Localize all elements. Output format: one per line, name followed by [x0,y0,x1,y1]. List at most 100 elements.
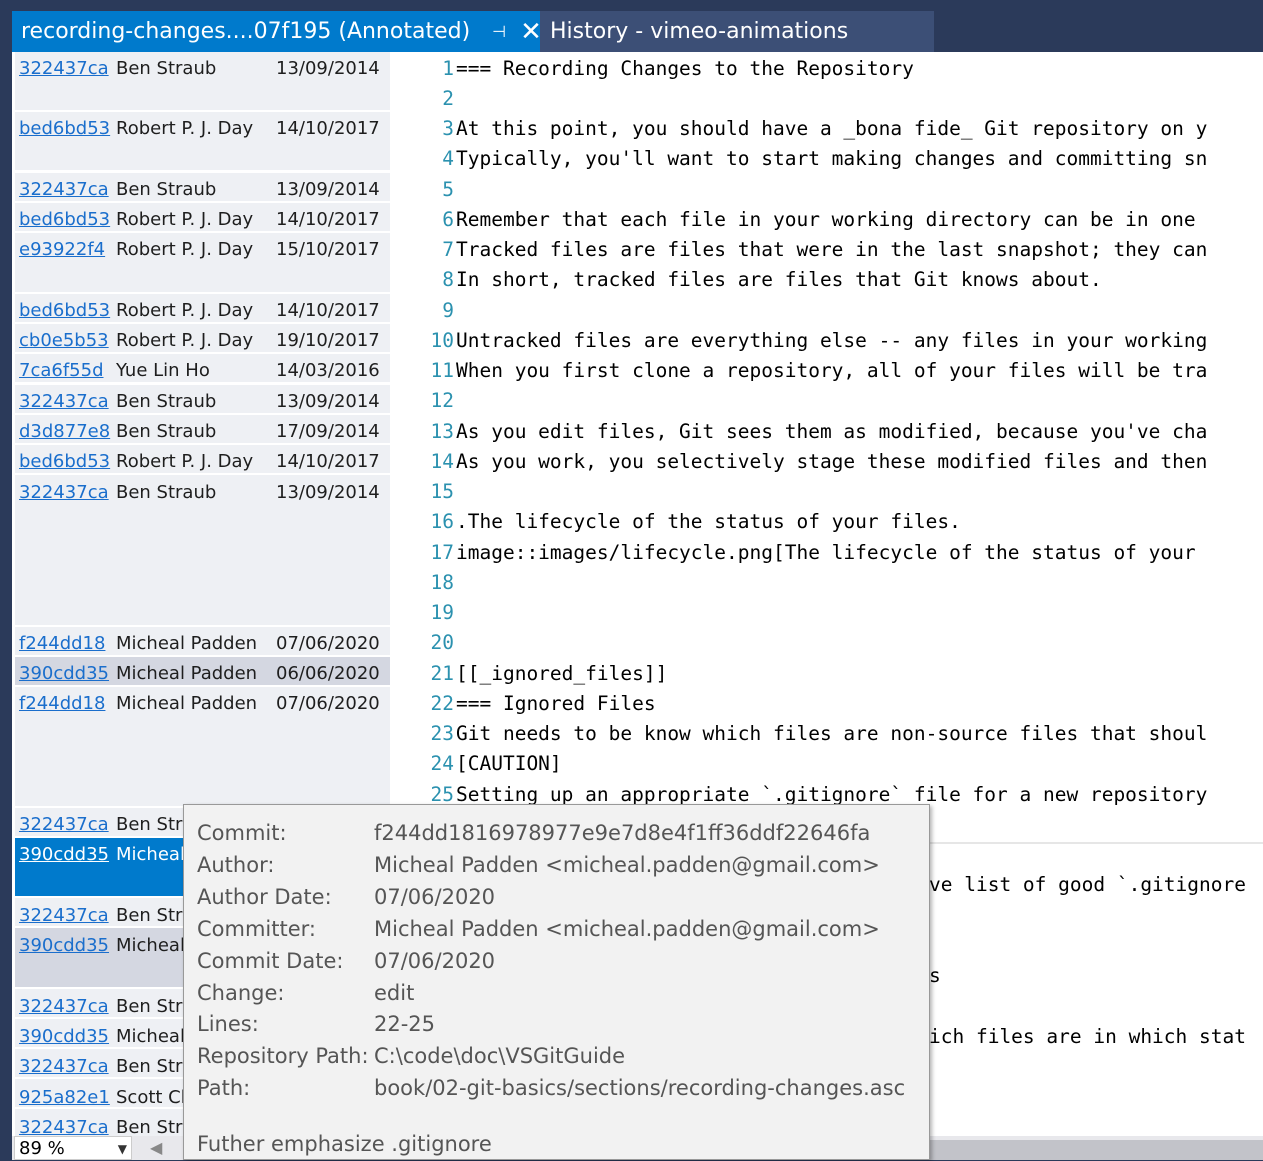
pin-icon[interactable]: ⊣ [492,22,506,41]
commit-author: Robert P. J. Day [116,451,254,472]
line-text: [[_ignored_files]] [456,662,668,685]
tab-annotated-file[interactable]: recording-changes....07f195 (Annotated) … [12,11,540,52]
commit-date: 07/06/2020 [276,693,380,714]
line-text: Tracked files are files that were in the… [456,238,1208,261]
commit-hash-link[interactable]: bed6bd53 [19,296,110,326]
annotation-row: e93922f4 Robert P. J. Day 15/10/2017 [15,235,390,265]
commit-hash-link[interactable]: 390cdd35 [19,840,109,870]
line-text: As you work, you selectively stage these… [456,450,1208,473]
annotation-row: bed6bd53 Robert P. J. Day 14/10/2017 [15,114,390,144]
commit-date: 13/09/2014 [276,482,380,503]
close-icon[interactable]: ✕ [520,17,540,47]
tooltip-label: Path: [197,1076,251,1100]
annotation-row: 322437ca Ben Straub 13/09/2014 [15,54,390,84]
line-text: === Ignored Files [456,692,656,715]
commit-hash-link[interactable]: e93922f4 [19,235,105,265]
commit-author: Ben Straub [116,482,217,503]
commit-hash-link[interactable]: 322437ca [19,992,109,1022]
commit-date: 14/10/2017 [276,209,380,230]
line-number: 2 [442,87,454,110]
line-number: 20 [430,631,454,654]
commit-date: 13/09/2014 [276,58,380,79]
scroll-left-icon[interactable]: ◀ [150,1136,162,1160]
commit-hash-link[interactable]: 322437ca [19,387,109,417]
tooltip-label: Repository Path: [197,1044,369,1068]
commit-hash-link[interactable]: 322437ca [19,1052,109,1082]
commit-hash-link[interactable]: f244dd18 [19,629,105,659]
commit-hash-link[interactable]: 322437ca [19,901,109,931]
commit-author: Micheal Padden [116,663,258,684]
commit-hash-link[interactable]: 7ca6f55d [19,356,104,386]
tooltip-label: Change: [197,981,285,1005]
tooltip-label: Author: [197,853,275,877]
code-text-fragment: ve list of good `.gitignore [929,873,1246,896]
annotation-row: bed6bd53 Robert P. J. Day 14/10/2017 [15,205,390,235]
annotation-row: f244dd18 Micheal Padden 07/06/2020 [15,689,390,719]
line-number: 5 [442,178,454,201]
line-text: As you edit files, Git sees them as modi… [456,420,1208,443]
commit-author: Micheal Padden [116,633,258,654]
commit-date: 14/10/2017 [276,300,380,321]
commit-date: 15/10/2017 [276,239,380,260]
line-number: 13 [430,420,454,443]
line-number: 7 [442,238,454,261]
line-number: 15 [430,480,454,503]
commit-hash-link[interactable]: 390cdd35 [19,1022,109,1052]
commit-author: Robert P. J. Day [116,300,254,321]
commit-date: 14/10/2017 [276,118,380,139]
commit-hash-link[interactable]: 322437ca [19,478,109,508]
commit-author: Micheal [116,1026,185,1047]
commit-author: Ben Stra [116,905,194,926]
code-text-fragment: s [929,964,941,987]
commit-hash-link[interactable]: bed6bd53 [19,447,110,477]
commit-date: 19/10/2017 [276,330,380,351]
tab-history[interactable]: History - vimeo-animations [540,11,934,52]
commit-hash-link[interactable]: d3d877e8 [19,417,110,447]
commit-hash-link[interactable]: 925a82e1 [19,1083,110,1113]
line-number: 23 [430,722,454,745]
commit-hash-link[interactable]: 322437ca [19,810,109,840]
commit-hash-link[interactable]: 322437ca [19,175,109,205]
commit-author: Micheal [116,844,185,865]
line-text: Git needs to be know which files are non… [456,722,1208,745]
line-text: [CAUTION] [456,752,562,775]
line-text: In short, tracked files are files that G… [456,268,1102,291]
commit-author: Micheal [116,935,185,956]
tooltip-repository-path: C:\code\doc\VSGitGuide [374,1044,626,1068]
line-text: Untracked files are everything else -- a… [456,329,1208,352]
commit-author: Scott Ch [116,1087,193,1108]
horizontal-scrollbar[interactable] [928,1140,1263,1160]
commit-author: Ben Straub [116,391,217,412]
tooltip-commit-date: 07/06/2020 [374,949,496,973]
commit-date: 06/06/2020 [276,663,380,684]
tooltip-commit-message: Futher emphasize .gitignore [197,1132,492,1156]
commit-hash-link[interactable]: bed6bd53 [19,205,110,235]
annotation-row: 322437ca Ben Straub 13/09/2014 [15,478,390,508]
line-text: Typically, you'll want to start making c… [456,147,1208,170]
line-number: 18 [430,571,454,594]
commit-hash-link[interactable]: cb0e5b53 [19,326,109,356]
annotation-row: cb0e5b53 Robert P. J. Day 19/10/2017 [15,326,390,356]
tooltip-label: Author Date: [197,885,332,909]
line-number: 1 [442,57,454,80]
tooltip-label: Commit: [197,821,287,845]
annotation-row: 322437ca Ben Straub 13/09/2014 [15,175,390,205]
annotation-row: 322437ca Ben Straub 13/09/2014 [15,387,390,417]
annotation-row: 390cdd35 Micheal Padden 06/06/2020 [15,659,390,689]
line-text: Remember that each file in your working … [456,208,1196,231]
commit-date: 07/06/2020 [276,633,380,654]
commit-author: Ben Stra [116,814,194,835]
annotation-row: d3d877e8 Ben Straub 17/09/2014 [15,417,390,447]
commit-hash-link[interactable]: 322437ca [19,54,109,84]
commit-hash-link[interactable]: 390cdd35 [19,931,109,961]
line-text: At this point, you should have a _bona f… [456,117,1208,140]
commit-hash-link[interactable]: bed6bd53 [19,114,110,144]
commit-hash-link[interactable]: f244dd18 [19,689,105,719]
commit-author: Robert P. J. Day [116,330,254,351]
commit-date: 17/09/2014 [276,421,380,442]
line-number: 22 [430,692,454,715]
annotation-row: bed6bd53 Robert P. J. Day 14/10/2017 [15,296,390,326]
line-number: 21 [430,662,454,685]
commit-hash-link[interactable]: 390cdd35 [19,659,109,689]
zoom-dropdown[interactable]: 89 % ▼ [14,1136,132,1160]
